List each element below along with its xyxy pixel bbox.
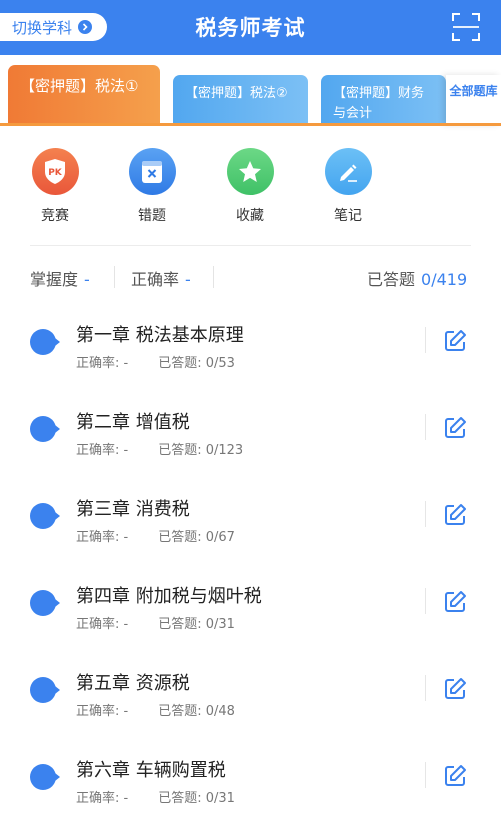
accuracy-value: - — [185, 270, 191, 289]
quick-action-label: 收藏 — [236, 208, 264, 224]
answered-value: 0/419 — [421, 270, 468, 289]
chapter-item[interactable]: 第五章 资源税 正确率: - 已答题: 0/48 — [0, 653, 501, 740]
chapter-answered: 已答题: 0/48 — [158, 704, 235, 719]
edit-icon[interactable] — [443, 677, 467, 701]
chapter-marker-icon — [30, 590, 60, 616]
question-bank-tabs: 【密押题】税法① 【密押题】税法② 【密押题】财务与会计 全部题库 — [0, 55, 501, 126]
edit-icon[interactable] — [443, 503, 467, 527]
svg-text:PK: PK — [48, 168, 63, 178]
accuracy-stat: 正确率 - — [131, 266, 191, 290]
chapter-accuracy: 正确率: - — [76, 791, 129, 806]
chapter-divider — [425, 414, 426, 440]
edit-icon[interactable] — [443, 764, 467, 788]
progress-stats: 掌握度 - 正确率 - 已答题 0/419 — [0, 262, 501, 292]
scan-icon[interactable] — [452, 13, 480, 41]
mastery-stat: 掌握度 - — [30, 266, 90, 290]
pencil-icon — [324, 148, 372, 195]
answered-label: 已答题 — [367, 270, 416, 289]
stat-divider — [213, 266, 214, 288]
chapter-item[interactable]: 第四章 附加税与烟叶税 正确率: - 已答题: 0/31 — [0, 566, 501, 653]
chapter-answered: 已答题: 0/67 — [158, 530, 235, 545]
quick-action-notes[interactable]: 笔记 — [308, 148, 388, 225]
quick-action-label: 笔记 — [334, 208, 362, 224]
chapter-item[interactable]: 第二章 增值税 正确率: - 已答题: 0/123 — [0, 392, 501, 479]
chapter-marker-icon — [30, 503, 60, 529]
edit-icon[interactable] — [443, 329, 467, 353]
chapter-marker-icon — [30, 677, 60, 703]
quick-action-wrong-questions[interactable]: 错题 — [112, 148, 192, 225]
section-divider — [30, 245, 471, 246]
chapter-divider — [425, 588, 426, 614]
page-title: 税务师考试 — [195, 16, 306, 40]
quick-action-competition[interactable]: PK 竞赛 — [15, 148, 95, 225]
chapter-marker-icon — [30, 329, 60, 355]
quick-action-label: 竞赛 — [41, 208, 69, 224]
quick-actions: PK 竞赛 错题 收藏 笔记 — [0, 140, 501, 240]
chapter-answered: 已答题: 0/31 — [158, 791, 235, 806]
accuracy-label: 正确率 — [131, 270, 180, 289]
chapter-meta: 正确率: - 已答题: 0/123 — [76, 439, 243, 458]
chapter-answered: 已答题: 0/31 — [158, 617, 235, 632]
answered-stat: 已答题 0/419 — [367, 266, 467, 290]
chapter-accuracy: 正确率: - — [76, 617, 129, 632]
chapter-divider — [425, 675, 426, 701]
chapter-meta: 正确率: - 已答题: 0/31 — [76, 787, 235, 806]
edit-icon[interactable] — [443, 590, 467, 614]
star-icon — [226, 148, 274, 195]
chapter-title: 第五章 资源税 — [76, 673, 190, 694]
chapter-title: 第六章 车辆购置税 — [76, 760, 226, 781]
quick-action-label: 错题 — [138, 208, 166, 224]
chapter-item[interactable]: 第一章 税法基本原理 正确率: - 已答题: 0/53 — [0, 305, 501, 392]
chapter-meta: 正确率: - 已答题: 0/48 — [76, 700, 235, 719]
chapter-item[interactable]: 第六章 车辆购置税 正确率: - 已答题: 0/31 — [0, 740, 501, 813]
quick-action-favorites[interactable]: 收藏 — [210, 148, 290, 225]
active-tab-underline — [0, 123, 501, 126]
chapter-divider — [425, 501, 426, 527]
pk-icon: PK — [31, 148, 79, 195]
chapter-title: 第一章 税法基本原理 — [76, 325, 244, 346]
chapter-title: 第二章 增值税 — [76, 412, 190, 433]
chapter-marker-icon — [30, 416, 60, 442]
chapter-accuracy: 正确率: - — [76, 356, 129, 371]
all-question-banks-button[interactable]: 全部题库 — [446, 75, 501, 125]
chapter-meta: 正确率: - 已答题: 0/67 — [76, 526, 235, 545]
chapter-answered: 已答题: 0/53 — [158, 356, 235, 371]
chapter-meta: 正确率: - 已答题: 0/53 — [76, 352, 235, 371]
edit-icon[interactable] — [443, 416, 467, 440]
tab-tax-law-2[interactable]: 【密押题】税法② — [173, 75, 308, 125]
chapter-divider — [425, 327, 426, 353]
chapter-title: 第三章 消费税 — [76, 499, 190, 520]
chapter-meta: 正确率: - 已答题: 0/31 — [76, 613, 235, 632]
mastery-value: - — [84, 270, 90, 289]
chapter-accuracy: 正确率: - — [76, 530, 129, 545]
app-header: 切换学科 税务师考试 — [0, 0, 501, 55]
chapter-divider — [425, 762, 426, 788]
mastery-label: 掌握度 — [30, 270, 79, 289]
tab-finance-accounting[interactable]: 【密押题】财务与会计 — [321, 75, 446, 125]
chapter-accuracy: 正确率: - — [76, 443, 129, 458]
chapter-title: 第四章 附加税与烟叶税 — [76, 586, 262, 607]
chapter-marker-icon — [30, 764, 60, 790]
chapter-accuracy: 正确率: - — [76, 704, 129, 719]
chapter-answered: 已答题: 0/123 — [158, 443, 244, 458]
chapter-item[interactable]: 第三章 消费税 正确率: - 已答题: 0/67 — [0, 479, 501, 566]
wrong-book-icon — [128, 148, 176, 195]
stat-divider — [114, 266, 115, 288]
tab-tax-law-1[interactable]: 【密押题】税法① — [8, 65, 160, 125]
